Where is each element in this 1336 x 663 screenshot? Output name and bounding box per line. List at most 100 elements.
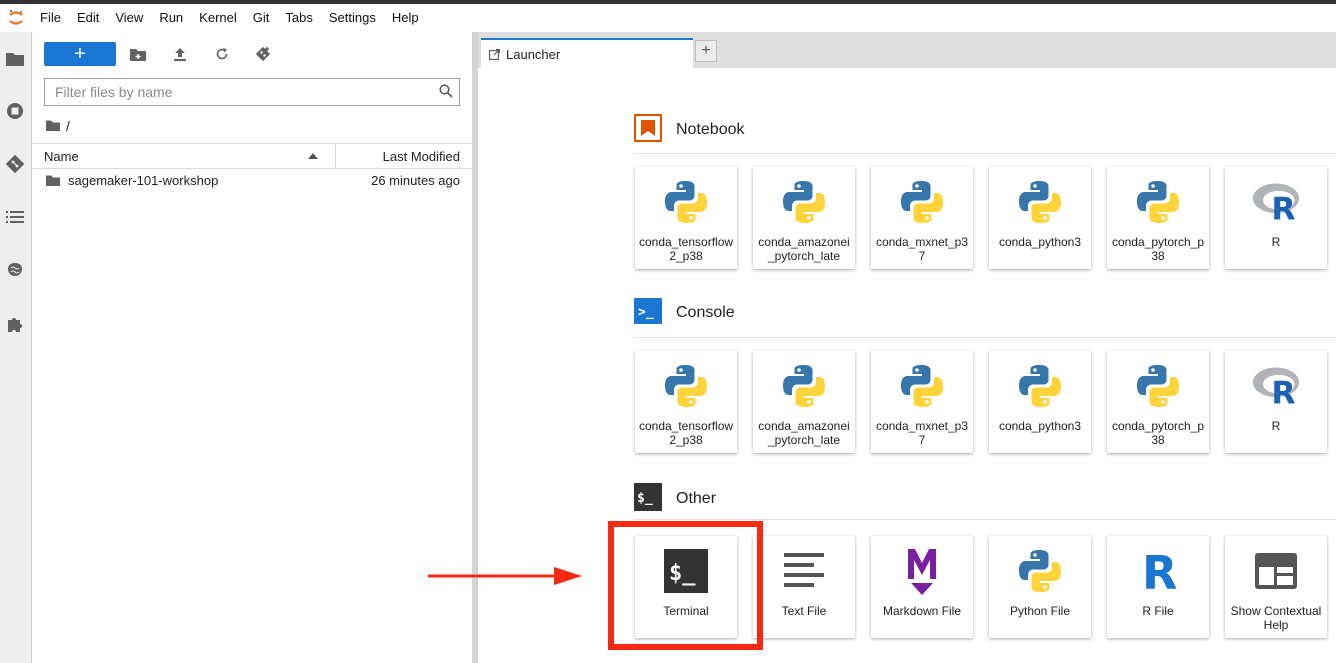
notebook-card-amazonei-pytorch[interactable]: conda_amazonei_pytorch_late — [753, 167, 855, 269]
sort-ascending-icon — [308, 153, 318, 159]
python-icon — [1015, 361, 1065, 411]
notebook-icon — [634, 114, 662, 145]
svg-text:R: R — [1271, 376, 1295, 408]
notebook-card-mxnet[interactable]: conda_mxnet_p37 — [871, 167, 973, 269]
other-card-r-file[interactable]: R R File — [1107, 536, 1209, 638]
menu-git[interactable]: Git — [245, 4, 278, 32]
console-card-tensorflow2[interactable]: conda_tensorflow2_p38 — [635, 351, 737, 453]
card-label: Show Contextual Help — [1230, 604, 1322, 632]
tab-launcher[interactable]: Launcher — [481, 38, 693, 68]
python-icon — [1133, 361, 1183, 411]
python-icon — [661, 361, 711, 411]
svg-text:>_: >_ — [638, 305, 654, 320]
tab-bar: Launcher + — [478, 32, 1336, 68]
menu-edit[interactable]: Edit — [69, 4, 107, 32]
section-divider — [634, 153, 1336, 154]
r-logo-icon: R — [1251, 361, 1301, 411]
card-label: R File — [1142, 604, 1174, 618]
card-label: Markdown File — [882, 604, 962, 618]
section-title: Other — [676, 489, 717, 507]
add-tab-button[interactable]: + — [695, 40, 717, 62]
python-icon — [1133, 177, 1183, 227]
card-label: R — [1271, 419, 1281, 433]
markdown-icon — [897, 546, 947, 596]
svg-text:$_: $_ — [637, 491, 653, 506]
card-label: conda_amazonei_pytorch_late — [758, 235, 850, 263]
other-card-text-file[interactable]: Text File — [753, 536, 855, 638]
file-browser-panel: + / Name Last Modified sagemaker-101-wor… — [32, 32, 472, 663]
r-file-icon: R — [1133, 546, 1183, 596]
column-last-modified[interactable]: Last Modified — [383, 149, 460, 164]
card-label: Python File — [1009, 604, 1071, 618]
git-icon[interactable] — [6, 155, 24, 173]
console-card-python3[interactable]: conda_python3 — [989, 351, 1091, 453]
other-card-markdown-file[interactable]: Markdown File — [871, 536, 973, 638]
jupyter-logo-icon — [0, 4, 32, 32]
new-folder-icon[interactable] — [129, 45, 147, 63]
section-console: >_ Console — [634, 298, 735, 327]
contextual-help-icon — [1251, 546, 1301, 596]
text-file-icon — [779, 546, 829, 596]
card-label: conda_mxnet_p37 — [875, 235, 969, 263]
notebook-card-python3[interactable]: conda_python3 — [989, 167, 1091, 269]
terminal-highlight-box — [608, 521, 763, 650]
brain-icon[interactable] — [6, 261, 24, 279]
menu-run[interactable]: Run — [151, 4, 191, 32]
menu-settings[interactable]: Settings — [321, 4, 384, 32]
file-list-header: Name Last Modified — [32, 143, 472, 169]
menu-tabs[interactable]: Tabs — [277, 4, 320, 32]
section-notebook: Notebook — [634, 114, 745, 145]
console-card-mxnet[interactable]: conda_mxnet_p37 — [871, 351, 973, 453]
console-icon: >_ — [634, 298, 662, 327]
section-other: $_ Other — [634, 483, 716, 514]
card-label: conda_tensorflow2_p38 — [638, 419, 734, 447]
git-clone-icon[interactable] — [254, 45, 272, 63]
folder-icon[interactable] — [6, 50, 24, 68]
menu-kernel[interactable]: Kernel — [191, 4, 245, 32]
python-icon — [661, 177, 711, 227]
column-name[interactable]: Name — [44, 149, 79, 164]
pointer-arrow-icon — [428, 567, 582, 585]
console-card-pytorch[interactable]: conda_pytorch_p38 — [1107, 351, 1209, 453]
card-label: Text File — [781, 604, 827, 618]
extensions-icon[interactable] — [6, 315, 24, 333]
console-card-r[interactable]: R R — [1225, 351, 1327, 453]
folder-icon[interactable] — [46, 118, 60, 134]
menu-help[interactable]: Help — [384, 4, 427, 32]
other-card-python-file[interactable]: Python File — [989, 536, 1091, 638]
search-icon[interactable] — [439, 84, 453, 101]
refresh-icon[interactable] — [213, 45, 231, 63]
file-row[interactable]: sagemaker-101-workshop 26 minutes ago — [32, 170, 472, 192]
menu-file[interactable]: File — [32, 4, 69, 32]
left-activity-bar — [0, 32, 32, 663]
console-card-amazonei-pytorch[interactable]: conda_amazonei_pytorch_late — [753, 351, 855, 453]
svg-text:R: R — [1271, 192, 1295, 224]
card-label: R — [1271, 235, 1281, 249]
tab-label: Launcher — [506, 46, 561, 62]
new-launcher-button[interactable]: + — [44, 42, 116, 66]
section-divider — [634, 519, 1336, 520]
toc-icon[interactable] — [6, 208, 24, 226]
svg-text:R: R — [1142, 549, 1176, 593]
python-icon — [1015, 177, 1065, 227]
other-card-contextual-help[interactable]: Show Contextual Help — [1225, 536, 1327, 638]
menu-view[interactable]: View — [107, 4, 151, 32]
folder-icon — [46, 174, 60, 189]
filter-input[interactable] — [53, 79, 427, 105]
notebook-card-pytorch[interactable]: conda_pytorch_p38 — [1107, 167, 1209, 269]
notebook-card-r[interactable]: R R — [1225, 167, 1327, 269]
file-name: sagemaker-101-workshop — [68, 173, 219, 188]
notebook-card-tensorflow2[interactable]: conda_tensorflow2_p38 — [635, 167, 737, 269]
breadcrumb-root[interactable]: / — [66, 118, 70, 134]
running-icon[interactable] — [6, 102, 24, 120]
section-title: Notebook — [676, 120, 745, 138]
r-logo-icon: R — [1251, 177, 1301, 227]
breadcrumb: / — [46, 118, 70, 134]
python-icon — [779, 361, 829, 411]
python-icon — [897, 361, 947, 411]
menu-bar: File Edit View Run Kernel Git Tabs Setti… — [0, 4, 1336, 32]
upload-icon[interactable] — [171, 45, 189, 63]
terminal-section-icon: $_ — [634, 483, 662, 514]
section-divider — [634, 337, 1336, 338]
python-icon — [1015, 546, 1065, 596]
